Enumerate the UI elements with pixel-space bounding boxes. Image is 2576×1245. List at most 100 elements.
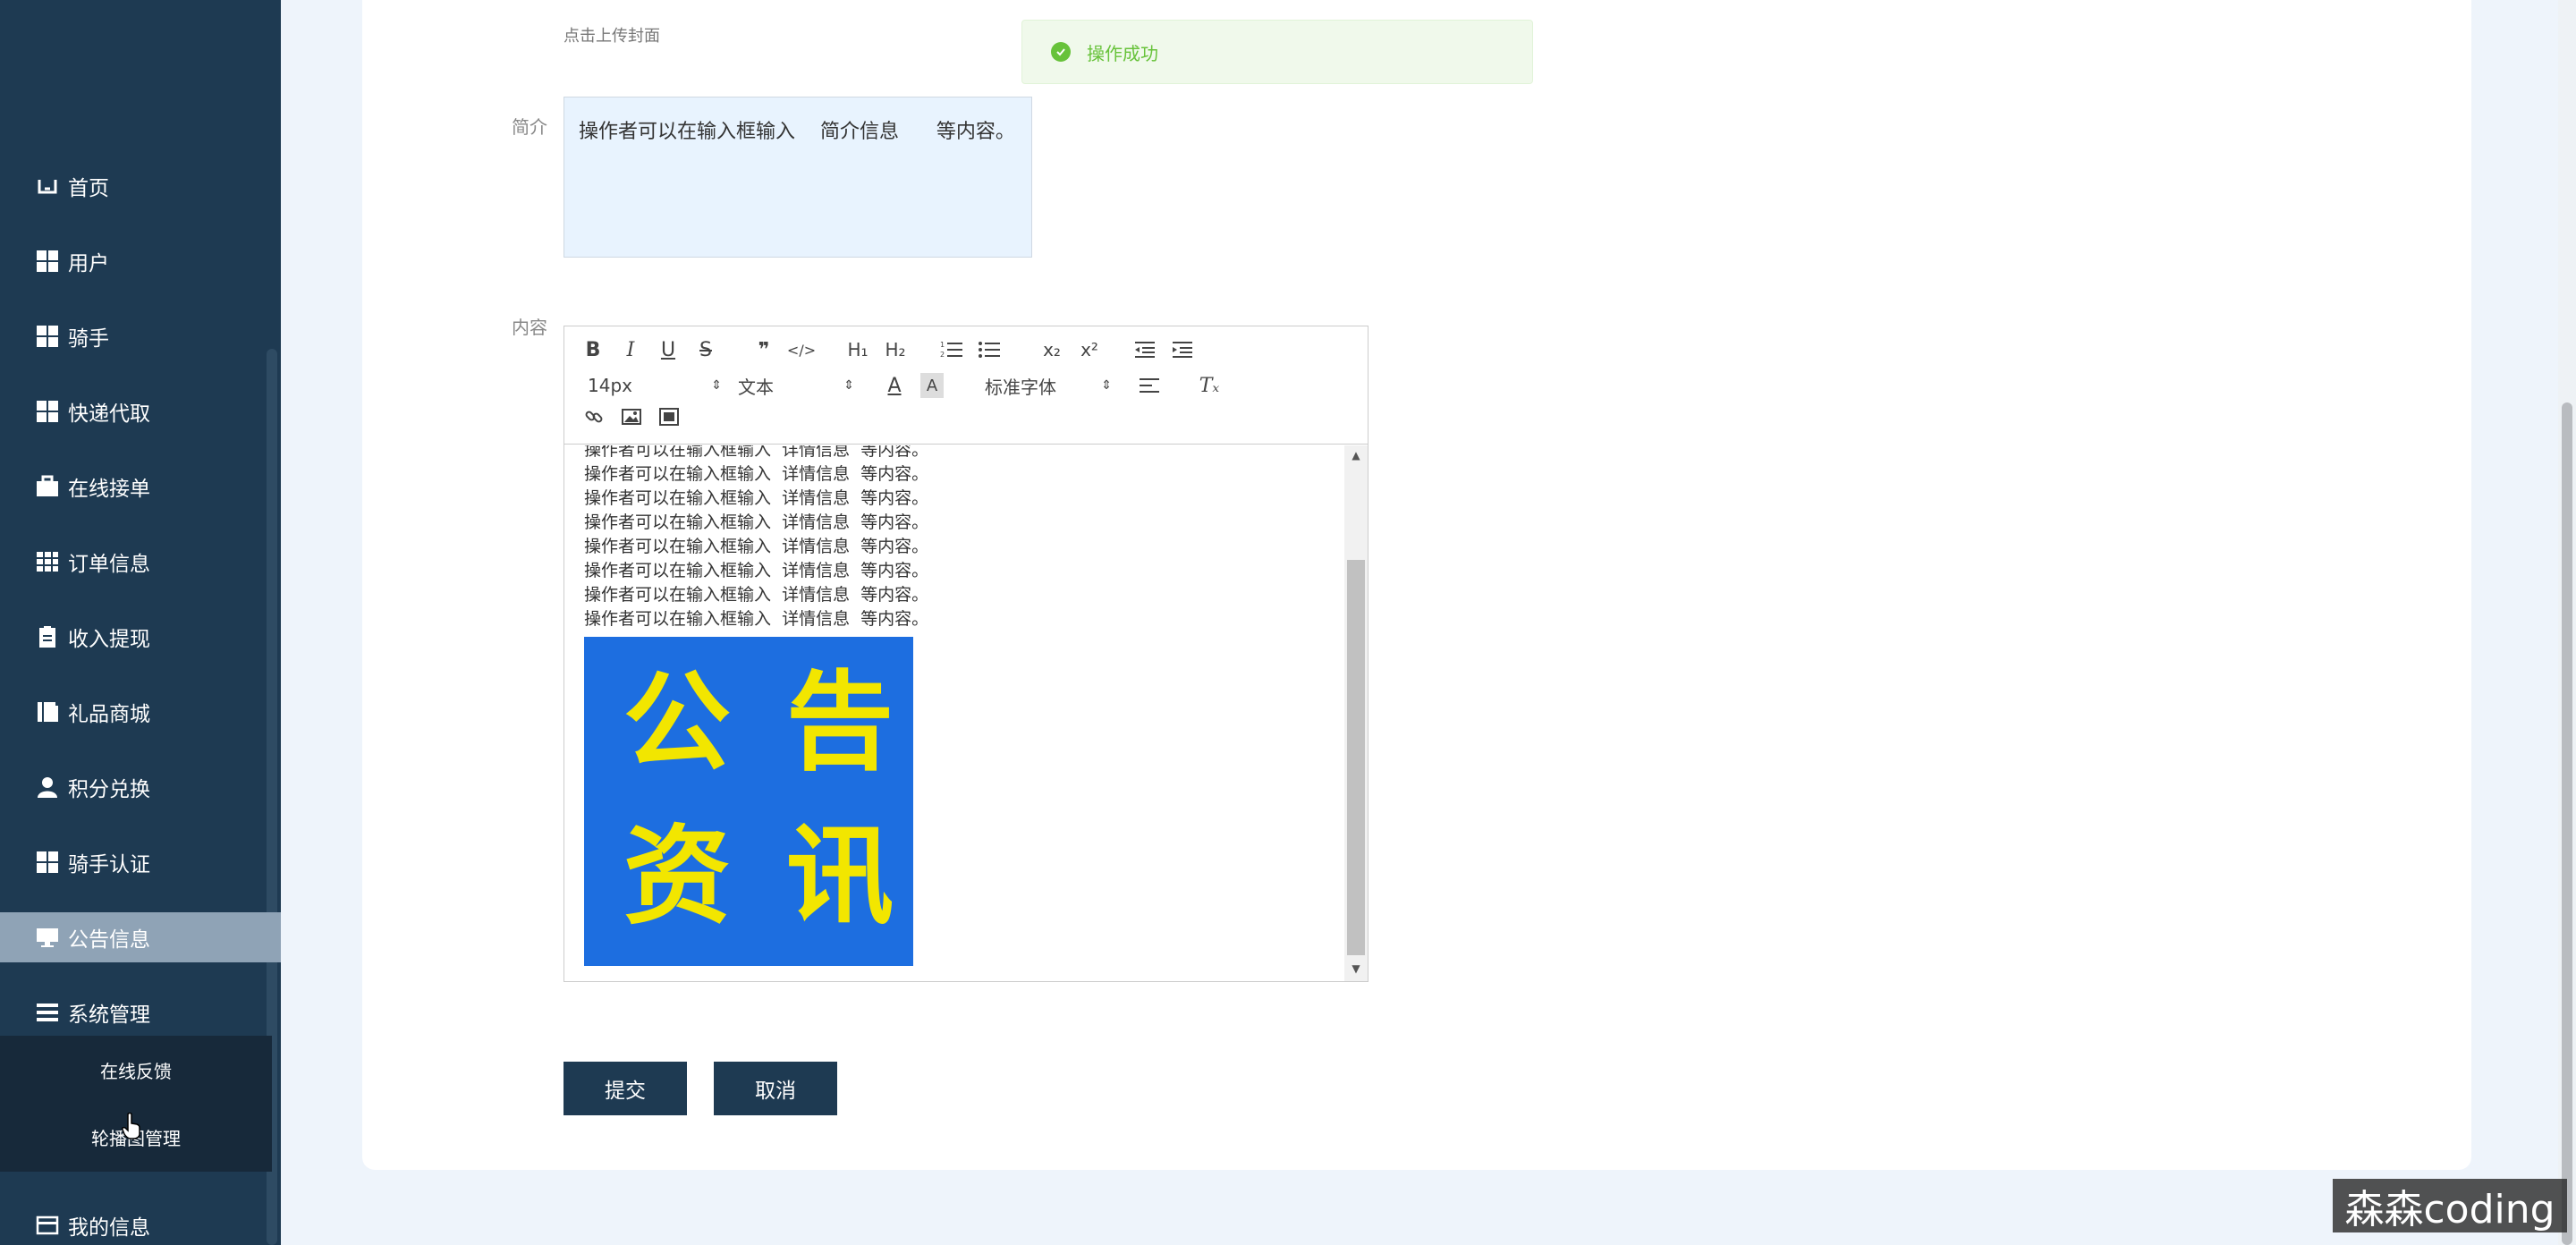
font-size-select[interactable]: 14px ⇕ <box>588 373 722 398</box>
menu-label: 礼品商城 <box>68 703 150 726</box>
menu-item-express[interactable]: 快递代取 <box>0 386 281 436</box>
mouse-cursor-icon <box>122 1112 141 1143</box>
menu-item-online-orders[interactable]: 在线接单 <box>0 462 281 512</box>
editor-line: 操作者可以在输入框输入 详情信息 等内容。 <box>584 585 929 605</box>
menu-item-my-info[interactable]: 我的信息 <box>0 1200 281 1245</box>
cancel-button[interactable]: 取消 <box>714 1062 837 1115</box>
menu-item-users[interactable]: 用户 <box>0 236 281 286</box>
header-select[interactable]: 文本 ⇕ <box>738 373 854 398</box>
toast-message: 操作成功 <box>1087 42 1158 64</box>
menu-label: 积分兑换 <box>68 778 150 801</box>
blockquote-icon[interactable]: ❞ <box>750 339 777 361</box>
table-icon <box>34 548 61 575</box>
grid-icon <box>34 248 61 275</box>
select-arrows-icon: ⇕ <box>1101 378 1112 393</box>
image-char: 讯 <box>786 813 894 939</box>
menu-item-announcements[interactable]: 公告信息 <box>0 912 281 962</box>
editor-toolbar: B I U S ❞ </> H₁ H₂ 12 x₂ x² 14px ⇕ 文本 ⇕ A… <box>564 326 1368 445</box>
menu-label: 公告信息 <box>68 928 150 952</box>
editor-line: 操作者可以在输入框输入 详情信息 等内容。 <box>584 464 929 484</box>
menu-item-system[interactable]: 系统管理 <box>0 987 281 1038</box>
sidebar: 首页 用户 骑手 快递代取 在线接单 订单信息 收入提现 礼品商城 积分兑换 骑… <box>0 0 281 1245</box>
menu-label: 订单信息 <box>68 553 150 576</box>
clipboard-icon <box>34 623 61 650</box>
announcement-image[interactable]: 公 告 资 讯 <box>584 637 913 966</box>
menu-label: 快递代取 <box>68 402 150 426</box>
clear-format-icon[interactable]: Tₓ <box>1196 373 1223 398</box>
image-char: 告 <box>786 659 894 785</box>
grid-icon <box>34 398 61 425</box>
select-arrows-icon: ⇕ <box>711 378 722 393</box>
menu-item-income[interactable]: 收入提现 <box>0 612 281 662</box>
image-char: 资 <box>623 813 731 939</box>
menu-label: 骑手认证 <box>68 853 150 877</box>
menu-label: 首页 <box>68 177 109 200</box>
list-icon <box>34 999 61 1026</box>
editor-scrollbar[interactable]: ▲ ▼ <box>1344 445 1368 981</box>
menu-item-riders[interactable]: 骑手 <box>0 311 281 361</box>
submenu-item-feedback[interactable]: 在线反馈 <box>0 1048 272 1091</box>
code-block-icon[interactable]: </> <box>787 339 816 360</box>
grid-icon <box>34 323 61 350</box>
editor-line: 操作者可以在输入框输入 详情信息 等内容。 <box>584 488 929 508</box>
page-scroll-thumb[interactable] <box>2562 402 2572 1245</box>
superscript-icon[interactable]: x² <box>1076 339 1103 360</box>
menu-label: 用户 <box>68 252 109 275</box>
menu-label: 我的信息 <box>68 1216 150 1240</box>
book-icon <box>34 699 61 725</box>
briefcase-icon <box>34 473 61 500</box>
italic-icon[interactable]: I <box>620 339 641 361</box>
success-toast: 操作成功 <box>1021 20 1533 84</box>
intro-textarea[interactable]: 操作者可以在输入框输入 简介信息 等内容。 <box>564 97 1032 258</box>
page-scrollbar[interactable] <box>2558 0 2576 1245</box>
menu-item-gift-mall[interactable]: 礼品商城 <box>0 687 281 737</box>
rich-text-editor: B I U S ❞ </> H₁ H₂ 12 x₂ x² 14px ⇕ 文本 ⇕ A… <box>564 326 1368 982</box>
editor-scroll-thumb[interactable] <box>1347 560 1365 955</box>
content-label: 内容 <box>512 317 547 338</box>
home-icon <box>34 173 61 199</box>
menu-item-home[interactable]: 首页 <box>0 161 281 211</box>
subscript-icon[interactable]: x₂ <box>1038 339 1065 360</box>
indent-icon[interactable] <box>1169 339 1196 360</box>
card-icon <box>34 1212 61 1239</box>
text-color-icon[interactable]: A <box>883 373 906 398</box>
scroll-down-icon[interactable]: ▼ <box>1344 962 1368 975</box>
menu-label: 在线接单 <box>68 478 150 501</box>
submit-button[interactable]: 提交 <box>564 1062 687 1115</box>
svg-text:2: 2 <box>940 351 945 359</box>
underline-icon[interactable]: U <box>657 339 679 361</box>
check-circle-icon <box>1051 42 1071 62</box>
h1-icon[interactable]: H₁ <box>843 339 872 360</box>
menu-label: 收入提现 <box>68 628 150 651</box>
editor-line: 操作者可以在输入框输入 详情信息 等内容。 <box>584 561 929 580</box>
editor-content[interactable]: 操作者可以在输入框输入 详情信息 等内容。 操作者可以在输入框输入 详情信息 等… <box>564 445 1344 981</box>
scroll-up-icon[interactable]: ▲ <box>1344 449 1368 462</box>
editor-line: 操作者可以在输入框输入 详情信息 等内容。 <box>584 609 929 629</box>
upload-cover-hint[interactable]: 点击上传封面 <box>564 23 660 47</box>
align-icon[interactable] <box>1137 373 1164 398</box>
grid-icon <box>34 849 61 876</box>
ordered-list-icon[interactable]: 12 <box>938 339 965 360</box>
h2-icon[interactable]: H₂ <box>881 339 910 360</box>
link-icon[interactable] <box>582 405 606 428</box>
intro-label: 简介 <box>512 116 547 138</box>
outdent-icon[interactable] <box>1131 339 1158 360</box>
watermark: 森森coding <box>2333 1179 2567 1232</box>
menu-label: 骑手 <box>68 327 109 351</box>
strikethrough-icon[interactable]: S <box>695 339 716 361</box>
editor-line: 操作者可以在输入框输入 详情信息 等内容。 <box>584 512 929 532</box>
user-icon <box>34 774 61 800</box>
font-family-select[interactable]: 标准字体 ⇕ <box>985 373 1112 398</box>
menu-item-order-info[interactable]: 订单信息 <box>0 537 281 587</box>
bullet-list-icon[interactable] <box>976 339 1003 360</box>
image-icon[interactable] <box>620 405 643 428</box>
background-color-icon[interactable]: A <box>920 373 944 398</box>
bold-icon[interactable]: B <box>582 339 604 361</box>
menu-item-points[interactable]: 积分兑换 <box>0 762 281 812</box>
menu-label: 系统管理 <box>68 1004 150 1027</box>
video-icon[interactable] <box>657 405 681 428</box>
editor-line: 操作者可以在输入框输入 详情信息 等内容。 <box>584 537 929 556</box>
image-char: 公 <box>623 659 731 785</box>
monitor-icon <box>34 924 61 951</box>
menu-item-rider-auth[interactable]: 骑手认证 <box>0 837 281 887</box>
